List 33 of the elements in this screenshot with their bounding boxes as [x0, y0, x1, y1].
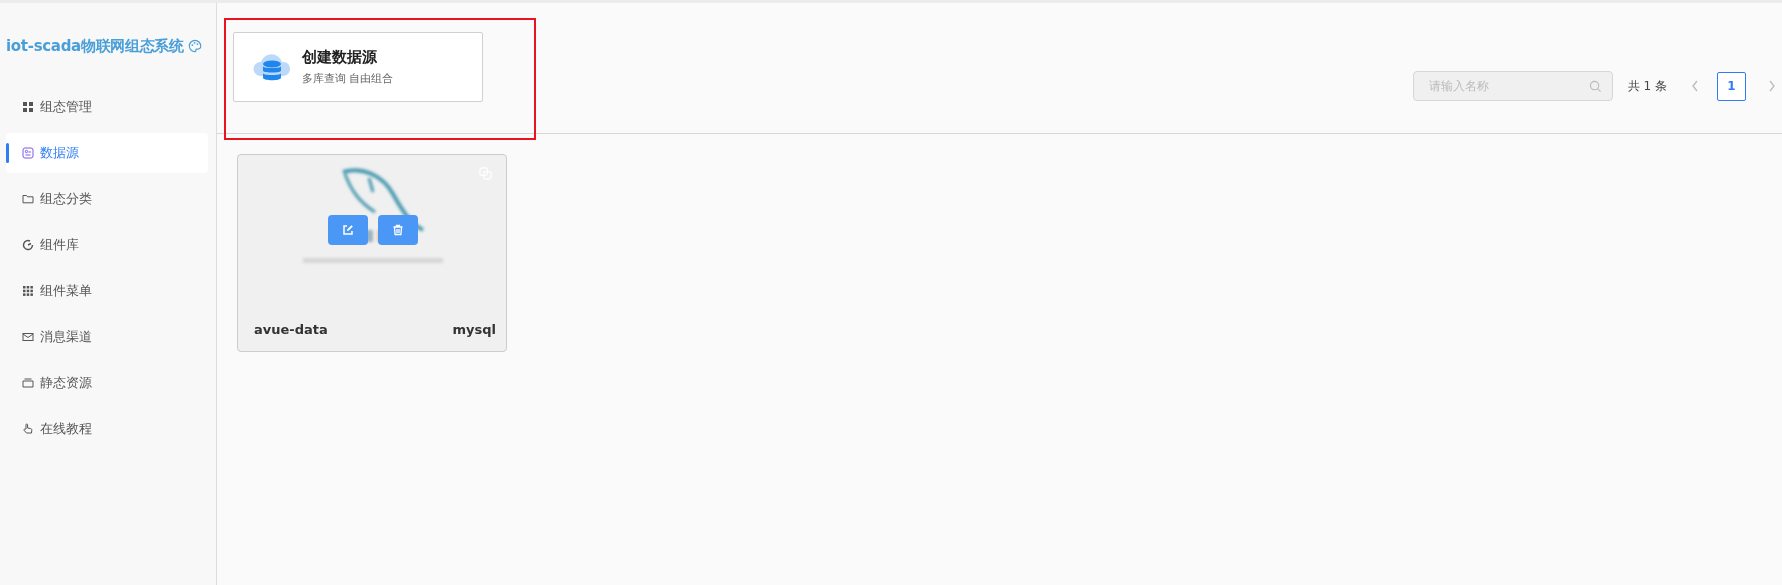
- hand-icon: [22, 423, 34, 435]
- mail-icon: [22, 331, 34, 343]
- previous-page-icon[interactable]: [1691, 80, 1699, 92]
- card-icon: [22, 147, 34, 159]
- grid-icon: [22, 101, 34, 113]
- menu-item[interactable]: 在线教程: [6, 409, 208, 449]
- total-count: 共 1 条: [1627, 77, 1667, 95]
- folder-icon: [22, 193, 34, 205]
- gauge-icon: [22, 239, 34, 251]
- edit-button[interactable]: [328, 215, 368, 245]
- app-title: iot-scada物联网组态系统: [6, 36, 184, 56]
- datasource-card[interactable]: avue-data mysql: [237, 154, 507, 352]
- box-icon: [22, 377, 34, 389]
- menu-item[interactable]: 组件菜单: [6, 271, 208, 311]
- grid-icon: [22, 285, 34, 297]
- menu-item[interactable]: 静态资源: [6, 363, 208, 403]
- menu-item[interactable]: 数据源: [6, 133, 208, 173]
- menu-item[interactable]: 组态管理: [6, 87, 208, 127]
- trash-icon: [392, 224, 404, 236]
- delete-button[interactable]: [378, 215, 418, 245]
- page-button[interactable]: 1: [1717, 71, 1746, 101]
- menu-item[interactable]: 组态分类: [6, 179, 208, 219]
- menu-item[interactable]: 消息渠道: [6, 317, 208, 357]
- next-page-icon[interactable]: [1768, 80, 1776, 92]
- edit-icon: [342, 224, 354, 236]
- create-title: 创建数据源: [302, 48, 378, 67]
- create-subtitle: 多库查询 自由组合: [302, 71, 394, 86]
- datasource-type: mysql: [452, 322, 496, 337]
- create-datasource-card[interactable]: 创建数据源 多库查询 自由组合: [233, 32, 483, 102]
- datasource-name: avue-data: [254, 322, 328, 337]
- search-icon: [1588, 80, 1602, 93]
- menu-item[interactable]: 组件库: [6, 225, 208, 265]
- palette-icon[interactable]: [187, 39, 202, 53]
